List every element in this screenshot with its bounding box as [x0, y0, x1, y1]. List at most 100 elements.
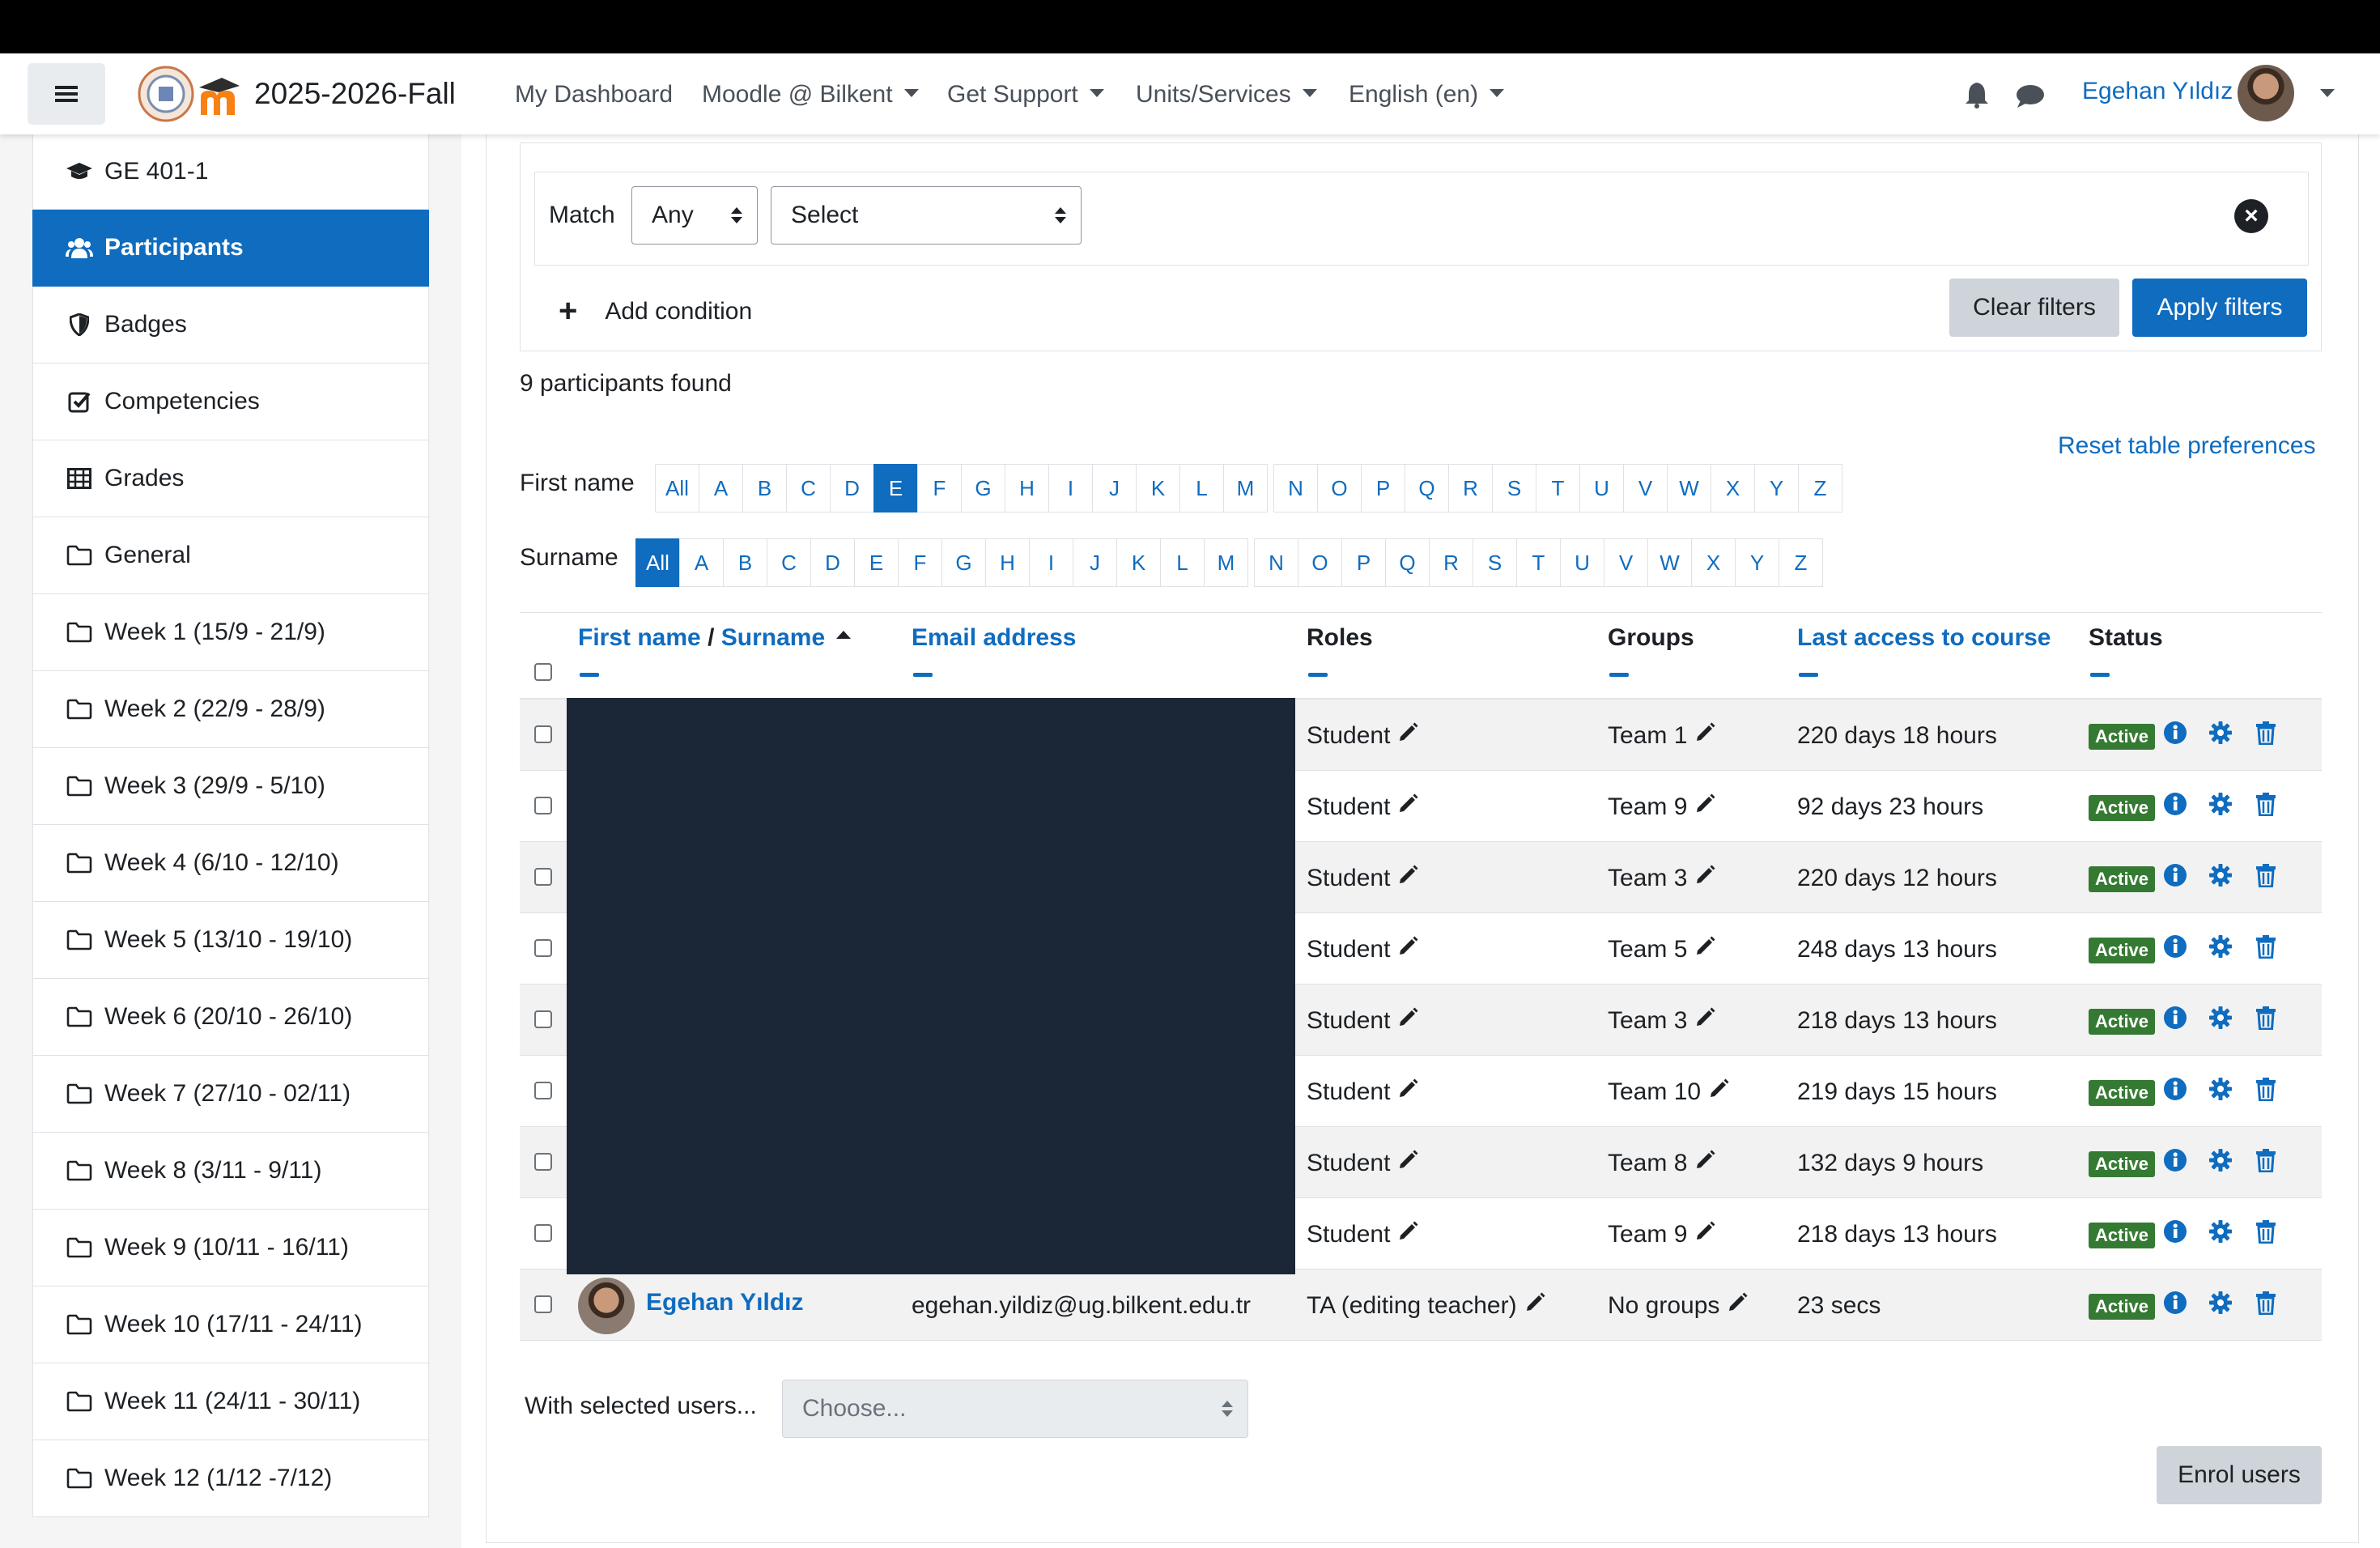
surname-initial-k[interactable]: K — [1116, 538, 1161, 587]
firstname-initial-p[interactable]: P — [1361, 464, 1405, 512]
add-condition-button[interactable]: + Add condition — [559, 293, 752, 330]
info-icon[interactable] — [2163, 1006, 2187, 1030]
surname-initial-c[interactable]: C — [767, 538, 811, 587]
surname-initial-f[interactable]: F — [898, 538, 942, 587]
edit-groups-icon[interactable] — [1695, 1149, 1716, 1176]
trash-icon[interactable] — [2255, 721, 2276, 745]
info-icon[interactable] — [2163, 721, 2187, 745]
row-select-checkbox[interactable] — [534, 1224, 552, 1242]
collapse-groups-icon[interactable] — [1609, 673, 1629, 677]
gear-icon[interactable] — [2208, 1148, 2233, 1172]
sidebar-item[interactable]: Participants — [32, 210, 429, 287]
apply-filters-button[interactable]: Apply filters — [2132, 279, 2307, 337]
surname-initial-all[interactable]: All — [635, 538, 680, 587]
surname-initial-i[interactable]: I — [1029, 538, 1073, 587]
sidebar-item[interactable]: General — [32, 517, 429, 594]
filter-type-select[interactable]: Select — [771, 186, 1082, 245]
edit-groups-icon[interactable] — [1695, 721, 1716, 749]
surname-initial-r[interactable]: R — [1429, 538, 1473, 587]
gear-icon[interactable] — [2208, 1291, 2233, 1315]
firstname-initial-o[interactable]: O — [1317, 464, 1362, 512]
info-icon[interactable] — [2163, 934, 2187, 959]
firstname-initial-l[interactable]: L — [1179, 464, 1224, 512]
trash-icon[interactable] — [2255, 863, 2276, 887]
trash-icon[interactable] — [2255, 934, 2276, 959]
sidebar-item[interactable]: GE 401-1 — [32, 133, 429, 210]
edit-role-icon[interactable] — [1398, 935, 1419, 963]
collapse-last-access-icon[interactable] — [1799, 673, 1818, 677]
sidebar-item[interactable]: Week 7 (27/10 - 02/11) — [32, 1056, 429, 1133]
sidebar-item[interactable]: Week 1 (15/9 - 21/9) — [32, 594, 429, 671]
sort-surname-link[interactable]: Surname — [721, 624, 825, 651]
participant-name-link[interactable]: Egehan Yıldız — [646, 1289, 804, 1316]
edit-role-icon[interactable] — [1398, 721, 1419, 749]
bulk-action-select[interactable]: Choose... — [782, 1380, 1248, 1438]
row-select-checkbox[interactable] — [534, 1082, 552, 1099]
surname-initial-e[interactable]: E — [854, 538, 899, 587]
firstname-initial-g[interactable]: G — [961, 464, 1005, 512]
firstname-initial-b[interactable]: B — [742, 464, 787, 512]
gear-icon[interactable] — [2208, 934, 2233, 959]
firstname-initial-a[interactable]: A — [699, 464, 743, 512]
sidebar-item[interactable]: Week 4 (6/10 - 12/10) — [32, 825, 429, 902]
row-select-checkbox[interactable] — [534, 1295, 552, 1313]
firstname-initial-t[interactable]: T — [1536, 464, 1580, 512]
collapse-name-icon[interactable] — [580, 673, 599, 677]
info-icon[interactable] — [2163, 1077, 2187, 1101]
trash-icon[interactable] — [2255, 1291, 2276, 1315]
trash-icon[interactable] — [2255, 1077, 2276, 1101]
firstname-initial-h[interactable]: H — [1005, 464, 1049, 512]
surname-initial-h[interactable]: H — [985, 538, 1030, 587]
info-icon[interactable] — [2163, 1291, 2187, 1315]
remove-condition-icon[interactable]: × — [2234, 199, 2268, 233]
gear-icon[interactable] — [2208, 863, 2233, 887]
user-avatar[interactable] — [2238, 65, 2294, 121]
nav-my-dashboard[interactable]: My Dashboard — [515, 81, 673, 108]
edit-groups-icon[interactable] — [1695, 864, 1716, 891]
firstname-initial-w[interactable]: W — [1667, 464, 1711, 512]
chat-icon[interactable] — [2016, 84, 2045, 108]
row-select-checkbox[interactable] — [534, 1153, 552, 1171]
info-icon[interactable] — [2163, 1219, 2187, 1244]
edit-role-icon[interactable] — [1398, 1078, 1419, 1105]
site-title[interactable]: 2025-2026-Fall — [254, 77, 456, 111]
firstname-initial-r[interactable]: R — [1448, 464, 1493, 512]
sidebar-item[interactable]: Week 8 (3/11 - 9/11) — [32, 1133, 429, 1210]
trash-icon[interactable] — [2255, 1148, 2276, 1172]
collapse-roles-icon[interactable] — [1308, 673, 1328, 677]
nav-get-support[interactable]: Get Support — [947, 81, 1104, 108]
info-icon[interactable] — [2163, 792, 2187, 816]
surname-initial-p[interactable]: P — [1341, 538, 1386, 587]
firstname-initial-z[interactable]: Z — [1798, 464, 1842, 512]
firstname-initial-k[interactable]: K — [1136, 464, 1180, 512]
firstname-initial-x[interactable]: X — [1711, 464, 1755, 512]
sort-last-access-link[interactable]: Last access to course — [1797, 624, 2051, 652]
surname-initial-q[interactable]: Q — [1385, 538, 1430, 587]
row-select-checkbox[interactable] — [534, 1010, 552, 1028]
nav-language[interactable]: English (en) — [1349, 81, 1505, 108]
edit-groups-icon[interactable] — [1709, 1078, 1730, 1105]
sidebar-item[interactable]: Week 2 (22/9 - 28/9) — [32, 671, 429, 748]
row-select-checkbox[interactable] — [534, 725, 552, 743]
match-select[interactable]: Any — [631, 186, 758, 245]
row-select-checkbox[interactable] — [534, 939, 552, 957]
sidebar-item[interactable]: Grades — [32, 440, 429, 517]
edit-groups-icon[interactable] — [1695, 1220, 1716, 1248]
surname-initial-l[interactable]: L — [1160, 538, 1205, 587]
info-icon[interactable] — [2163, 863, 2187, 887]
firstname-initial-c[interactable]: C — [786, 464, 831, 512]
reset-table-preferences-link[interactable]: Reset table preferences — [2058, 432, 2316, 460]
edit-role-icon[interactable] — [1398, 864, 1419, 891]
sort-email-link[interactable]: Email address — [912, 624, 1076, 652]
firstname-initial-d[interactable]: D — [830, 464, 874, 512]
nav-moodle-bilkent[interactable]: Moodle @ Bilkent — [702, 81, 919, 108]
gear-icon[interactable] — [2208, 1077, 2233, 1101]
surname-initial-a[interactable]: A — [679, 538, 724, 587]
firstname-initial-i[interactable]: I — [1048, 464, 1093, 512]
collapse-status-icon[interactable] — [2090, 673, 2110, 677]
select-all-checkbox[interactable] — [534, 663, 552, 681]
firstname-initial-f[interactable]: F — [917, 464, 962, 512]
edit-role-icon[interactable] — [1398, 793, 1419, 820]
surname-initial-w[interactable]: W — [1647, 538, 1692, 587]
surname-initial-j[interactable]: J — [1073, 538, 1117, 587]
